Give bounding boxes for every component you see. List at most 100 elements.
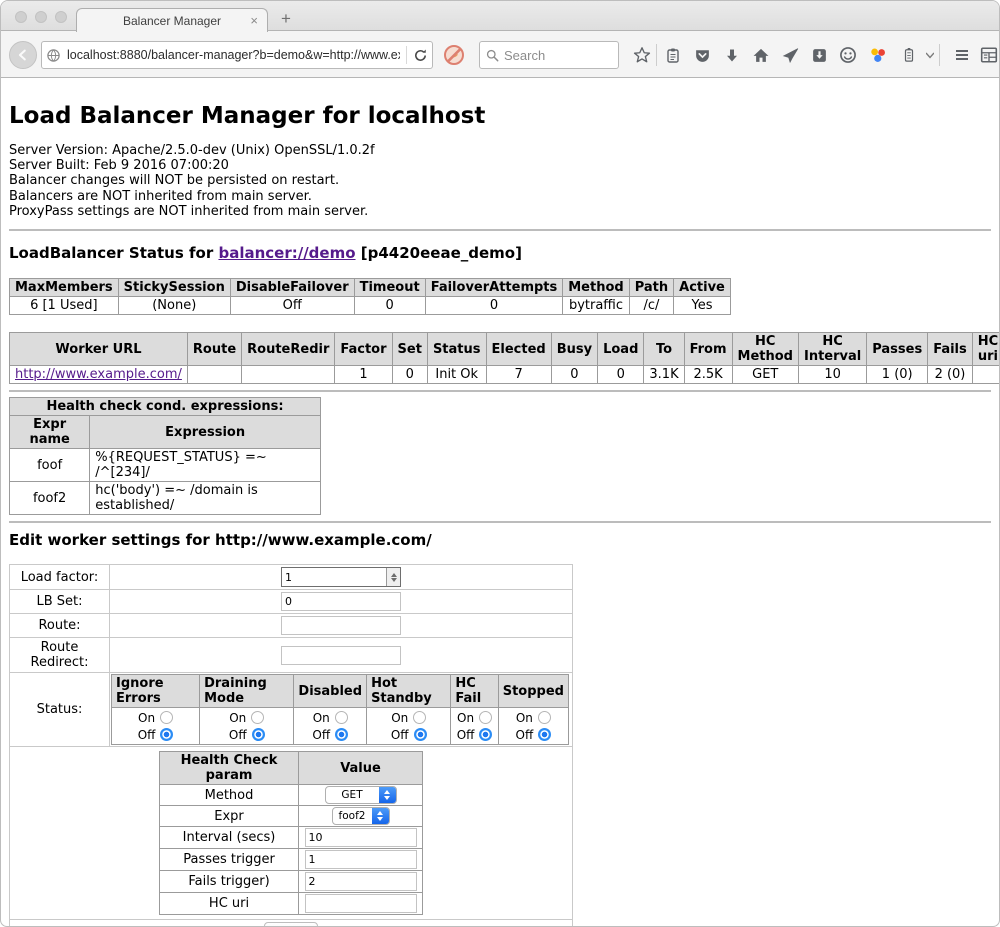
zoom-window-button[interactable] [55,11,67,23]
stopped-on-radio[interactable] [538,711,551,724]
toolbar-separator [939,44,940,66]
table-header-row: Health Check param Value [160,752,423,785]
save-page-icon[interactable] [810,46,828,64]
search-input[interactable]: Search [479,41,619,69]
route-redirect-input[interactable] [281,646,401,665]
route-label: Route: [10,614,110,638]
table-title: Health check cond. expressions: [10,398,321,416]
url-bar[interactable]: localhost:8880/balancer-manager?b=demo&w… [41,41,433,69]
table-row: HC uri [160,893,423,915]
container-battery-icon[interactable] [900,46,918,64]
home-icon[interactable] [752,46,770,64]
notice-persist: Balancer changes will NOT be persisted o… [9,173,991,188]
pocket-icon[interactable] [693,46,711,64]
hot-standby-off-radio[interactable] [414,728,427,741]
browser-window: Balancer Manager × + localhost:8880/bala… [0,0,1000,927]
status-hc-fail: On Off [451,708,498,745]
back-arrow-icon [16,48,30,62]
health-check-params-table: Health Check param Value Method GET [159,751,423,915]
table-row: foof %{REQUEST_STATUS} =~ /^[234]/ [10,449,321,482]
expr-select[interactable]: foof2 [332,807,390,825]
send-tab-icon[interactable] [781,46,799,64]
server-info: Server Version: Apache/2.5.0-dev (Unix) … [9,143,991,219]
table-header-row: MaxMembers StickySession DisableFailover… [10,279,731,297]
ignore-errors-on-radio[interactable] [160,711,173,724]
load-factor-row: Load factor: [10,565,573,590]
hc-uri-label: HC uri [160,893,299,915]
new-tab-button[interactable]: + [281,9,291,29]
lb-status-heading: LoadBalancer Status for balancer://demo … [9,244,991,262]
page-title: Load Balancer Manager for localhost [9,103,991,129]
toolbar-separator [656,44,657,66]
disabled-on-radio[interactable] [335,711,348,724]
status-draining-mode: On Off [200,708,294,745]
downloads-icon[interactable] [723,46,741,64]
fails-input[interactable] [305,872,417,891]
draining-mode-off-radio[interactable] [252,728,265,741]
colored-dots-extension-icon[interactable] [869,46,887,64]
hc-fail-on-radio[interactable] [479,711,492,724]
table-row: 6 [1 Used] (None) Off 0 0 bytraffic /c/ … [10,297,731,315]
lb-set-input[interactable] [281,592,401,611]
tab-close-icon[interactable]: × [250,13,258,28]
reading-list-icon[interactable] [664,46,682,64]
content-blocked-icon[interactable] [443,44,465,71]
edit-worker-heading: Edit worker settings for http://www.exam… [9,531,991,549]
search-icon [486,49,499,62]
balancer-demo-link[interactable]: balancer://demo [218,244,355,262]
lb-set-row: LB Set: [10,590,573,614]
hot-standby-on-radio[interactable] [413,711,426,724]
bookmark-star-icon[interactable] [633,46,651,64]
expr-label: Expr [160,806,299,827]
page-content: Load Balancer Manager for localhost Serv… [1,103,999,927]
method-select[interactable]: GET [325,786,397,804]
browser-tab[interactable]: Balancer Manager × [76,8,268,32]
load-factor-label: Load factor: [10,565,110,590]
submit-row: Submit [10,920,573,927]
globe-icon [46,48,61,63]
grid-icon[interactable] [980,46,998,64]
tab-bar: Balancer Manager × + [1,1,999,31]
passes-label: Passes trigger [160,849,299,871]
server-built: Server Built: Feb 9 2016 07:00:20 [9,158,991,173]
worker-status-table: Worker URL Route RouteRedir Factor Set S… [9,332,1000,384]
passes-input[interactable] [305,850,417,869]
status-ignore-errors: On Off [112,708,200,745]
container-caret-icon[interactable] [921,46,939,64]
number-stepper-icon[interactable] [386,568,400,586]
menu-hamburger-icon[interactable] [953,46,971,64]
route-row: Route: [10,614,573,638]
window-controls [15,11,67,23]
ignore-errors-off-radio[interactable] [160,728,173,741]
hc-fail-off-radio[interactable] [479,728,492,741]
balancer-status-table: MaxMembers StickySession DisableFailover… [9,278,731,315]
table-row: Fails trigger) [160,871,423,893]
interval-input[interactable] [305,828,417,847]
route-redirect-label: Route Redirect: [10,638,110,673]
route-input[interactable] [281,616,401,635]
submit-button[interactable]: Submit [264,922,318,927]
stopped-off-radio[interactable] [538,728,551,741]
close-window-button[interactable] [15,11,27,23]
table-header-row: Expr name Expression [10,416,321,449]
load-factor-input[interactable] [281,567,401,587]
server-version: Server Version: Apache/2.5.0-dev (Unix) … [9,143,991,158]
interval-label: Interval (secs) [160,827,299,849]
notice-balancers: Balancers are NOT inherited from main se… [9,189,991,204]
status-hot-standby: On Off [367,708,451,745]
table-row: Method GET [160,785,423,806]
table-header-row: Ignore Errors Draining Mode Disabled Hot… [112,675,569,708]
draining-mode-on-radio[interactable] [251,711,264,724]
divider [9,229,991,231]
back-button[interactable] [9,41,37,69]
table-row: Passes trigger [160,849,423,871]
hc-uri-input[interactable] [305,894,417,913]
notice-proxypass: ProxyPass settings are NOT inherited fro… [9,204,991,219]
forget-smiley-icon[interactable] [839,46,857,64]
edit-worker-form: Load factor: LB Set: Route: Route Redire… [9,564,573,927]
minimize-window-button[interactable] [35,11,47,23]
disabled-off-radio[interactable] [335,728,348,741]
worker-url-link[interactable]: http://www.example.com/ [15,367,182,382]
table-row: On Off On Off On Off [112,708,569,745]
reload-icon[interactable] [413,48,428,63]
